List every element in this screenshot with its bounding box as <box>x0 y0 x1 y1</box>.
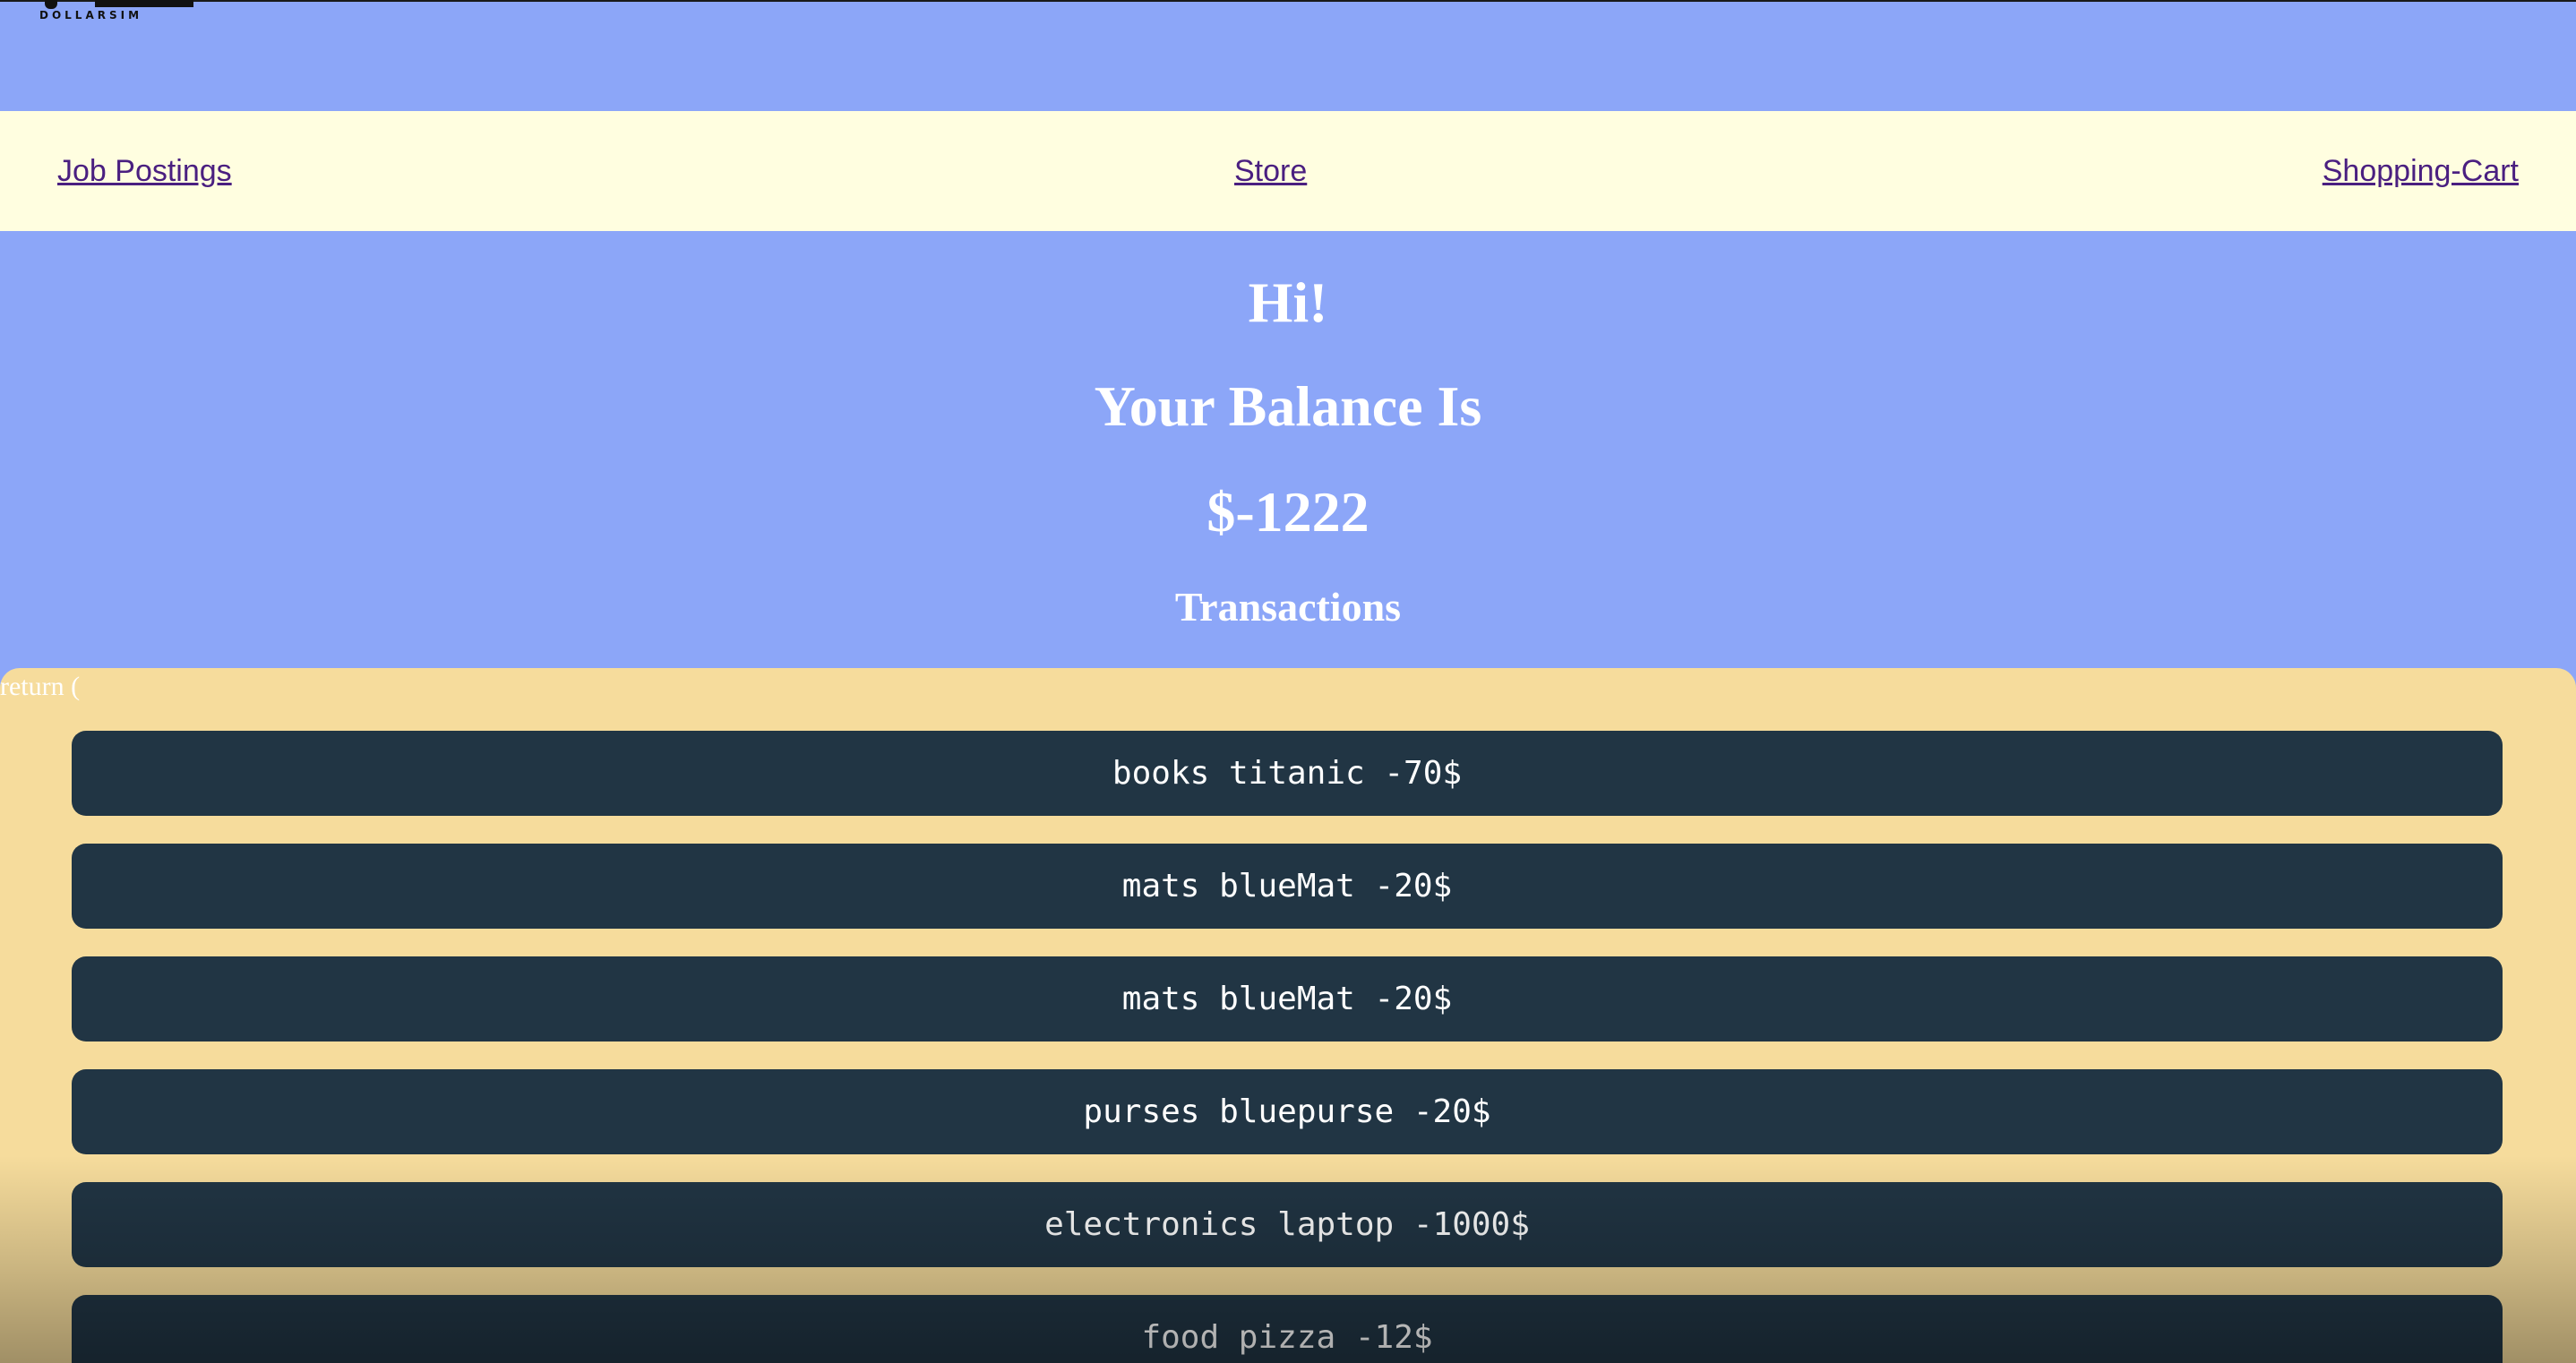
transactions-heading: Transactions <box>1174 584 1402 630</box>
balance-value: $-1222 <box>1206 480 1370 544</box>
transaction-item: electronics laptop -1000$ <box>72 1182 2503 1267</box>
transactions-panel: return ( books titanic -70$ mats blueMat… <box>0 668 2576 1363</box>
logo-mark <box>45 0 57 9</box>
balance-label: Your Balance Is <box>1094 374 1482 438</box>
greeting-heading: Hi! <box>1248 270 1328 334</box>
nav-link-job-postings[interactable]: Job Postings <box>57 154 232 189</box>
logo-bar <box>95 0 193 7</box>
transactions-list: books titanic -70$ mats blueMat -20$ mat… <box>72 731 2503 1363</box>
transaction-item: mats blueMat -20$ <box>72 844 2503 929</box>
transaction-item: food pizza -12$ <box>72 1295 2503 1363</box>
logo-text: DOLLARSIM <box>39 9 143 21</box>
navbar: Job Postings Store Shopping-Cart <box>0 111 2576 231</box>
return-text: return ( <box>0 672 81 701</box>
top-border <box>0 0 2576 2</box>
nav-link-store[interactable]: Store <box>1234 154 1307 189</box>
nav-link-shopping-cart[interactable]: Shopping-Cart <box>2323 154 2519 189</box>
transaction-item: mats blueMat -20$ <box>72 956 2503 1042</box>
logo[interactable]: DOLLARSIM <box>39 0 193 27</box>
transaction-item: purses bluepurse -20$ <box>72 1069 2503 1154</box>
transaction-item: books titanic -70$ <box>72 731 2503 816</box>
